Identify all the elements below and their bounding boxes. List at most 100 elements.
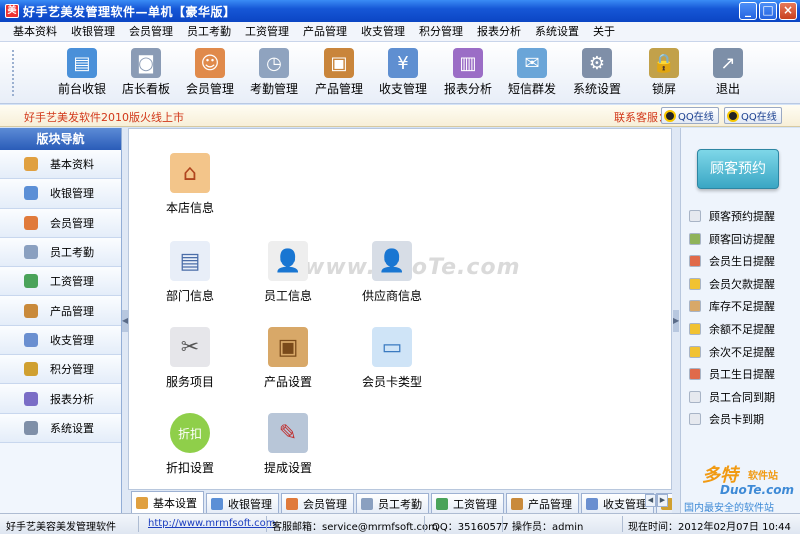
customer-booking-button[interactable]: 顾客预约 xyxy=(697,149,779,189)
menu-settings[interactable]: 系统设置 xyxy=(528,22,586,42)
tile-3[interactable]: 👤 供应商信息 xyxy=(347,241,437,304)
tile-label: 服务项目 xyxy=(165,375,214,389)
nav-item-5[interactable]: 产品管理 xyxy=(0,296,121,326)
nav-item-0[interactable]: 基本资料 xyxy=(0,150,121,180)
toolbar-button-8[interactable]: ⚙ 系统设置 xyxy=(567,46,627,102)
alert-link-1[interactable]: 顾客回访提醒 xyxy=(689,230,775,248)
alert-label: 员工生日提醒 xyxy=(709,368,775,382)
minimize-button[interactable]: _ xyxy=(739,2,757,20)
toolbar-label: 前台收银 xyxy=(57,82,106,96)
website-link[interactable]: http://www.mrmfsoft.com xyxy=(148,518,276,529)
alert-icon xyxy=(689,232,701,245)
alert-label: 库存不足提醒 xyxy=(709,300,775,314)
toolbar-button-4[interactable]: ▣ 产品管理 xyxy=(309,46,369,102)
toolbar-button-0[interactable]: ▤ 前台收银 xyxy=(52,46,112,102)
tab-5[interactable]: 产品管理 xyxy=(506,493,579,513)
menu-basic-info[interactable]: 基本资料 xyxy=(6,22,64,42)
nav-item-1[interactable]: 收银管理 xyxy=(0,179,121,209)
nav-item-8[interactable]: 报表分析 xyxy=(0,384,121,414)
gear-icon: ⚙ xyxy=(582,48,612,78)
tab-6[interactable]: 收支管理 xyxy=(581,493,654,513)
tile-8[interactable]: ✎ 提成设置 xyxy=(243,413,333,476)
toolbar-button-5[interactable]: ¥ 收支管理 xyxy=(373,46,433,102)
toolbar-button-9[interactable]: 🔒 锁屏 xyxy=(634,46,694,102)
toolbar-button-7[interactable]: ✉ 短信群发 xyxy=(502,46,562,102)
qq-online-label: QQ在线 xyxy=(741,112,777,123)
tab-0[interactable]: 基本设置 xyxy=(131,491,204,513)
menu-salary[interactable]: 工资管理 xyxy=(238,22,296,42)
alert-link-5[interactable]: 余额不足提醒 xyxy=(689,320,775,338)
alert-link-6[interactable]: 余次不足提醒 xyxy=(689,343,775,361)
toolbar-label: 锁屏 xyxy=(651,82,676,96)
toolbar-grip[interactable] xyxy=(12,50,16,96)
logo-domain: DuoTe.com xyxy=(720,483,794,497)
tab-label: 收支管理 xyxy=(603,497,647,511)
menu-finance[interactable]: 收支管理 xyxy=(354,22,412,42)
alert-link-8[interactable]: 员工合同到期 xyxy=(689,388,775,406)
menu-products[interactable]: 产品管理 xyxy=(296,22,354,42)
tile-7[interactable]: 折扣 折扣设置 xyxy=(145,413,235,476)
qq-online-button-1[interactable]: QQ在线 xyxy=(661,107,719,124)
app-icon[interactable]: 美 xyxy=(5,4,19,18)
exit-icon: ↗ xyxy=(713,48,743,78)
alert-icon xyxy=(689,323,701,335)
tile-0[interactable]: ⌂ 本店信息 xyxy=(145,153,235,216)
menu-about[interactable]: 关于 xyxy=(586,22,622,42)
toolbar-button-2[interactable]: ☺ 会员管理 xyxy=(180,46,240,102)
menu-cashier[interactable]: 收银管理 xyxy=(64,22,122,42)
main-content: www.DuoTe.com ⌂ 本店信息 ▤ 部门信息 👤 员工信息 👤 供应商信息 ✂ 服务项目… xyxy=(128,128,672,490)
tile-6[interactable]: ▭ 会员卡类型 xyxy=(347,327,437,390)
tab-label: 会员管理 xyxy=(303,497,347,511)
tab-4[interactable]: 工资管理 xyxy=(431,493,504,513)
alert-link-4[interactable]: 库存不足提醒 xyxy=(689,297,775,315)
collapse-right-icon[interactable]: ▶ xyxy=(673,310,679,332)
toolbar-button-10[interactable]: ↗ 退出 xyxy=(698,46,758,102)
menu-reports[interactable]: 报表分析 xyxy=(470,22,528,42)
menu-members[interactable]: 会员管理 xyxy=(122,22,180,42)
close-button[interactable]: × xyxy=(779,2,797,20)
tab-1[interactable]: 收银管理 xyxy=(206,493,279,513)
toolbar-label: 产品管理 xyxy=(314,82,363,96)
menu-attendance[interactable]: 员工考勤 xyxy=(180,22,238,42)
alert-link-2[interactable]: 会员生日提醒 xyxy=(689,252,775,270)
tile-label: 提成设置 xyxy=(263,461,312,475)
right-splitter[interactable]: ▶ xyxy=(672,128,680,513)
toolbar: ▤ 前台收银 ◙ 店长看板 ☺ 会员管理 ◷ 考勤管理 ▣ 产品管理 ¥ 收支管理 ▥ 报表分析 ✉ 短信群发… xyxy=(0,42,800,104)
alert-link-0[interactable]: 顾客预约提醒 xyxy=(689,207,775,225)
tile-5[interactable]: ▣ 产品设置 xyxy=(243,327,333,390)
tile-2[interactable]: 👤 员工信息 xyxy=(243,241,333,304)
alert-link-7[interactable]: 员工生日提醒 xyxy=(689,365,775,383)
nav-item-label: 产品管理 xyxy=(50,304,94,318)
nav-item-icon xyxy=(24,245,38,260)
nav-item-4[interactable]: 工资管理 xyxy=(0,267,121,297)
nav-item-3[interactable]: 员工考勤 xyxy=(0,237,121,268)
alert-label: 会员卡到期 xyxy=(709,413,764,427)
alert-label: 顾客回访提醒 xyxy=(709,232,775,246)
tab-next-icon[interactable]: ▶ xyxy=(657,494,668,507)
tile-1[interactable]: ▤ 部门信息 xyxy=(145,241,235,304)
qq-online-button-2[interactable]: QQ在线 xyxy=(724,107,782,124)
nav-item-2[interactable]: 会员管理 xyxy=(0,208,121,238)
logo-slogan: 国内最安全的软件站 xyxy=(684,503,774,514)
nav-item-label: 工资管理 xyxy=(50,275,94,289)
box-icon: ▣ xyxy=(268,327,308,367)
toolbar-button-1[interactable]: ◙ 店长看板 xyxy=(116,46,176,102)
menu-points[interactable]: 积分管理 xyxy=(412,22,470,42)
logo-small-text: 软件站 xyxy=(748,471,778,482)
toolbar-button-6[interactable]: ▥ 报表分析 xyxy=(438,46,498,102)
tab-2[interactable]: 会员管理 xyxy=(281,493,354,513)
nav-item-7[interactable]: 积分管理 xyxy=(0,355,121,385)
status-app-name: 好手艺美容美发管理软件 xyxy=(6,522,116,533)
alert-label: 余次不足提醒 xyxy=(709,345,775,359)
alert-link-3[interactable]: 会员欠款提醒 xyxy=(689,275,775,293)
nav-item-6[interactable]: 收支管理 xyxy=(0,325,121,356)
maximize-button[interactable]: □ xyxy=(759,2,777,20)
tab-3[interactable]: 员工考勤 xyxy=(356,493,429,513)
tab-icon xyxy=(511,497,523,510)
nav-item-9[interactable]: 系统设置 xyxy=(0,413,121,443)
tile-4[interactable]: ✂ 服务项目 xyxy=(145,327,235,390)
tab-prev-icon[interactable]: ◀ xyxy=(645,494,656,507)
toolbar-button-3[interactable]: ◷ 考勤管理 xyxy=(244,46,304,102)
nav-item-label: 报表分析 xyxy=(50,392,94,406)
alert-link-9[interactable]: 会员卡到期 xyxy=(689,410,764,428)
